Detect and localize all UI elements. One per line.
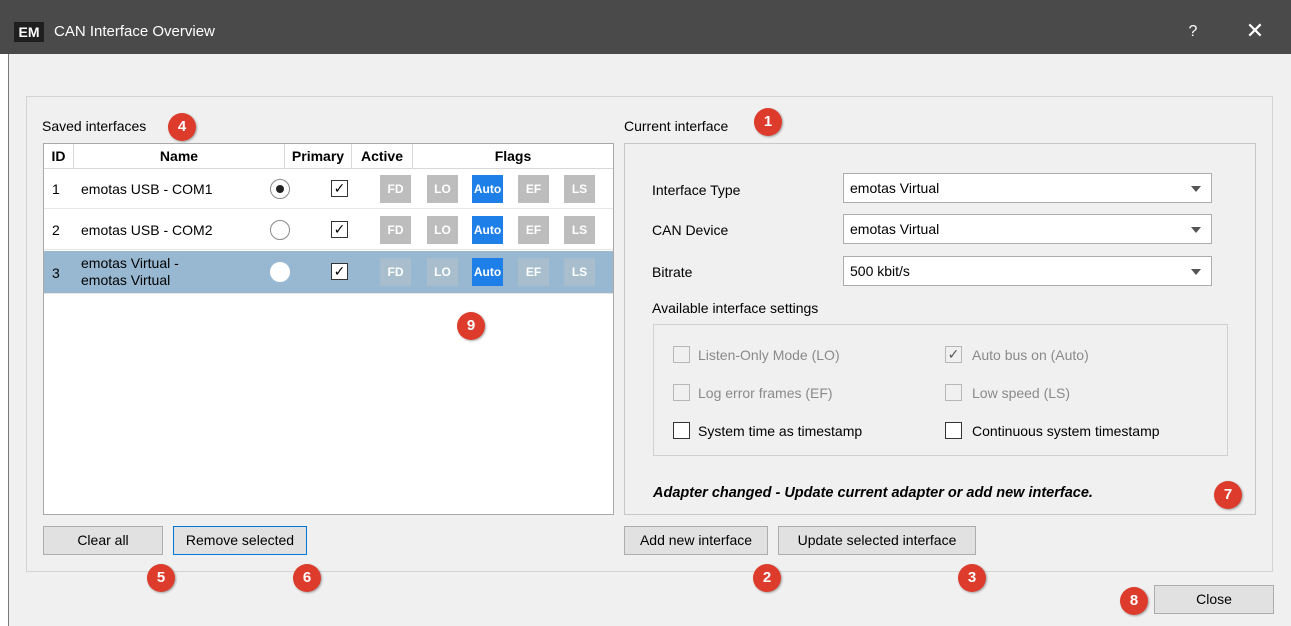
flag-ef[interactable]: EF [518, 216, 549, 244]
row-name: emotas USB - COM1 [81, 181, 213, 197]
row-id: 3 [52, 264, 60, 281]
bitrate-select[interactable]: 500 kbit/s [843, 256, 1212, 286]
auto-bus-label: Auto bus on (Auto) [972, 347, 1089, 363]
bitrate-label: Bitrate [652, 264, 693, 280]
row-name-line1: emotas Virtual - [81, 255, 179, 271]
primary-radio[interactable] [270, 220, 290, 240]
low-speed-label: Low speed (LS) [972, 385, 1071, 401]
badge-9: 9 [457, 312, 485, 340]
flag-lo[interactable]: LO [427, 258, 458, 286]
badge-7: 7 [1214, 481, 1242, 509]
current-interface-heading: Current interface [624, 118, 729, 134]
badge-4: 4 [168, 113, 196, 141]
system-time-label: System time as timestamp [698, 423, 863, 439]
column-header-primary[interactable]: Primary [285, 144, 352, 169]
log-error-label: Log error frames (EF) [698, 385, 833, 401]
available-settings-heading: Available interface settings [652, 300, 819, 316]
column-header-active[interactable]: Active [352, 144, 413, 169]
primary-radio[interactable] [270, 262, 290, 282]
flag-ef[interactable]: EF [518, 258, 549, 286]
close-button[interactable]: Close [1154, 585, 1274, 614]
flag-ls[interactable]: LS [564, 216, 595, 244]
row-id: 1 [52, 181, 60, 197]
flag-auto[interactable]: Auto [472, 175, 503, 203]
badge-6: 6 [293, 564, 321, 592]
clear-all-button[interactable]: Clear all [43, 526, 163, 555]
adapter-warning: Adapter changed - Update current adapter… [653, 485, 1093, 501]
listen-only-checkbox[interactable] [673, 346, 690, 363]
saved-interfaces-table[interactable]: ID Name Primary Active Flags 1 emotas US… [43, 143, 614, 515]
flag-ls[interactable]: LS [564, 175, 595, 203]
flag-fd[interactable]: FD [380, 258, 411, 286]
flag-lo[interactable]: LO [427, 175, 458, 203]
update-selected-interface-button[interactable]: Update selected interface [778, 526, 976, 555]
interface-type-value: emotas Virtual [850, 180, 940, 196]
row-name: emotas USB - COM2 [81, 222, 213, 238]
can-device-select[interactable]: emotas Virtual [843, 214, 1212, 244]
system-time-checkbox[interactable] [673, 422, 690, 439]
row-id: 2 [52, 222, 60, 238]
column-header-id[interactable]: ID [44, 144, 74, 169]
remove-selected-button[interactable]: Remove selected [173, 526, 307, 555]
table-row[interactable]: 2 emotas USB - COM2 ✓ FD LO Auto EF LS [44, 210, 613, 250]
low-speed-checkbox[interactable] [945, 384, 962, 401]
bitrate-value: 500 kbit/s [850, 263, 910, 279]
chevron-down-icon [1191, 269, 1201, 275]
chevron-down-icon [1191, 186, 1201, 192]
continuous-timestamp-checkbox[interactable] [945, 422, 962, 439]
flag-lo[interactable]: LO [427, 216, 458, 244]
active-checkbox[interactable]: ✓ [331, 221, 348, 238]
flag-ef[interactable]: EF [518, 175, 549, 203]
flag-fd[interactable]: FD [380, 175, 411, 203]
chevron-down-icon [1191, 227, 1201, 233]
flag-auto[interactable]: Auto [472, 258, 503, 286]
help-button[interactable]: ? [1183, 20, 1203, 44]
auto-bus-checkbox[interactable]: ✓ [945, 346, 962, 363]
log-error-checkbox[interactable] [673, 384, 690, 401]
listen-only-label: Listen-Only Mode (LO) [698, 347, 840, 363]
saved-interfaces-heading: Saved interfaces [42, 118, 147, 134]
badge-5: 5 [147, 564, 175, 592]
can-device-value: emotas Virtual [850, 221, 940, 237]
badge-3: 3 [958, 564, 986, 592]
add-new-interface-button[interactable]: Add new interface [624, 526, 768, 555]
flag-auto[interactable]: Auto [472, 216, 503, 244]
window-title: CAN Interface Overview [54, 23, 215, 40]
app-icon: EM [14, 22, 44, 42]
interface-type-select[interactable]: emotas Virtual [843, 173, 1212, 203]
interface-type-label: Interface Type [652, 182, 741, 198]
continuous-timestamp-label: Continuous system timestamp [972, 423, 1160, 439]
flag-ls[interactable]: LS [564, 258, 595, 286]
row-name: emotas Virtual - emotas Virtual [81, 255, 179, 289]
badge-2: 2 [753, 564, 781, 592]
badge-1: 1 [754, 108, 782, 136]
flag-fd[interactable]: FD [380, 216, 411, 244]
column-header-flags[interactable]: Flags [413, 144, 613, 169]
active-checkbox[interactable]: ✓ [331, 180, 348, 197]
primary-radio[interactable] [270, 179, 290, 199]
active-checkbox[interactable]: ✓ [331, 263, 348, 280]
table-row-selected[interactable]: 3 emotas Virtual - emotas Virtual ✓ FD L… [44, 251, 613, 294]
title-bar[interactable]: EM CAN Interface Overview ? ✕ [0, 0, 1291, 54]
column-header-name[interactable]: Name [74, 144, 285, 169]
row-name-line2: emotas Virtual [81, 272, 171, 288]
badge-8: 8 [1120, 587, 1148, 615]
close-window-button[interactable]: ✕ [1243, 18, 1267, 44]
table-row[interactable]: 1 emotas USB - COM1 ✓ FD LO Auto EF LS [44, 169, 613, 209]
can-device-label: CAN Device [652, 222, 729, 238]
